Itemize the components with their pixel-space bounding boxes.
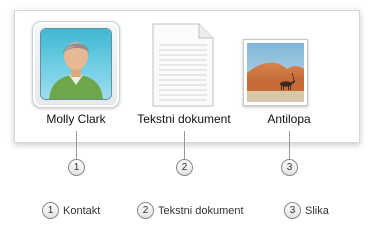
callout-leader-3 (289, 131, 290, 160)
callout-3: 3 (281, 159, 298, 176)
legend-item-contact: 1 Kontakt (42, 202, 100, 219)
callout-2: 2 (176, 159, 193, 176)
legend-item-picture: 3 Slika (284, 202, 329, 219)
antelope-photo (247, 43, 304, 102)
callout-leader-2 (184, 131, 185, 160)
contact-name-label: Molly Clark (46, 112, 106, 126)
picture-name-label: Antilopa (267, 112, 311, 126)
contact-avatar (41, 29, 111, 99)
text-document-icon[interactable] (151, 23, 215, 107)
picture-thumbnail[interactable] (243, 39, 308, 106)
legend-item-document: 2 Tekstni dokument (137, 202, 244, 219)
legend-label-document: Tekstni dokument (158, 204, 244, 217)
legend-callout-3: 3 (284, 202, 301, 219)
legend-callout-2: 2 (137, 202, 154, 219)
document-name-label: Tekstni dokument (137, 112, 231, 126)
callout-1: 1 (68, 159, 85, 176)
legend-label-contact: Kontakt (63, 204, 101, 217)
legend-label-picture: Slika (305, 204, 329, 217)
callout-leader-1 (76, 131, 77, 160)
legend-callout-1: 1 (42, 202, 59, 219)
contact-icon[interactable] (32, 21, 120, 108)
